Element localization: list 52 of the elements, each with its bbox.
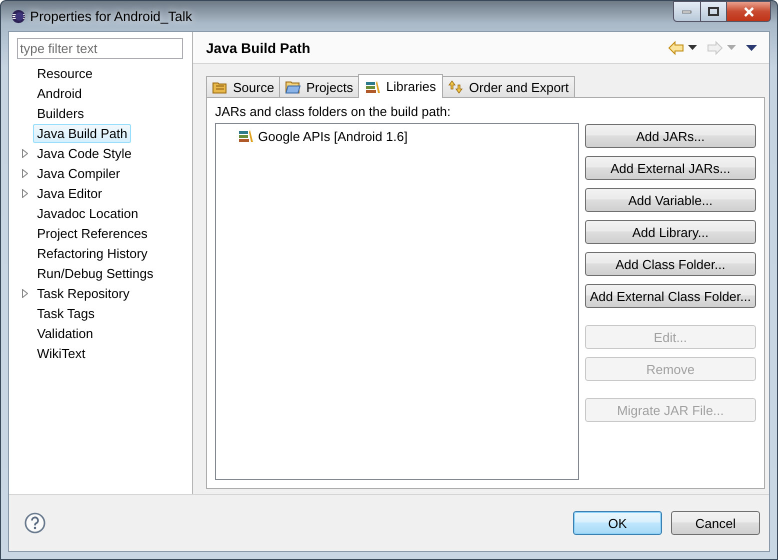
tree-item[interactable]: Java Compiler xyxy=(33,164,124,182)
action-button[interactable]: Add External Class Folder... xyxy=(584,284,756,308)
expand-icon[interactable] xyxy=(22,168,28,178)
filter-field[interactable]: type filter text xyxy=(17,38,183,59)
minimize-icon xyxy=(682,10,692,14)
tree-item[interactable]: Task Repository xyxy=(33,284,134,302)
window-title: Properties for Android_Talk xyxy=(30,9,192,24)
tree-item[interactable]: Run/Debug Settings xyxy=(33,264,158,282)
books-icon xyxy=(365,80,382,94)
dialog-button[interactable]: OK xyxy=(573,511,662,535)
tree-item[interactable]: Project References xyxy=(33,224,152,242)
tree-item[interactable]: Builders xyxy=(33,104,88,122)
action-button[interactable]: Add JARs... xyxy=(584,124,756,148)
action-button[interactable]: Add External JARs... xyxy=(584,156,756,180)
action-button[interactable]: Add Library... xyxy=(584,220,756,244)
tree-item[interactable]: Java Build Path xyxy=(33,124,132,142)
dropdown-icon[interactable] xyxy=(688,45,697,50)
maximize-icon xyxy=(708,7,719,16)
arrows-icon xyxy=(448,80,464,94)
tree-item[interactable]: Resource xyxy=(33,64,97,82)
section-label: JARs and class folders on the build path: xyxy=(215,104,452,119)
page-title: Java Build Path xyxy=(206,40,310,56)
tree-item[interactable]: Javadoc Location xyxy=(33,204,142,222)
library-entry[interactable]: Google APIs [Android 1.6] xyxy=(258,128,408,144)
close-button[interactable] xyxy=(727,1,771,22)
expand-icon[interactable] xyxy=(22,148,28,158)
tree-item[interactable]: Android xyxy=(33,84,86,102)
books-icon xyxy=(238,129,254,143)
tab[interactable]: Source xyxy=(206,76,280,97)
tree-item[interactable]: Validation xyxy=(33,324,98,342)
folder-icon xyxy=(212,80,228,94)
tree-item[interactable]: Refactoring History xyxy=(33,244,152,262)
menu-icon[interactable] xyxy=(746,44,757,50)
tab[interactable]: Order and Export xyxy=(442,76,575,97)
expand-icon[interactable] xyxy=(22,188,28,198)
minimize-button[interactable] xyxy=(673,1,701,22)
tab[interactable]: Libraries xyxy=(358,74,444,98)
maximize-button[interactable] xyxy=(701,1,727,22)
tree-item[interactable]: Java Code Style xyxy=(33,144,136,162)
close-icon xyxy=(742,6,754,16)
action-button[interactable]: Add Variable... xyxy=(584,188,756,212)
dialog-button[interactable]: Cancel xyxy=(671,511,760,535)
library-list[interactable]: Google APIs [Android 1.6] xyxy=(215,123,579,480)
action-button[interactable]: Add Class Folder... xyxy=(584,252,756,276)
app-icon xyxy=(11,9,26,24)
expand-icon[interactable] xyxy=(22,288,28,298)
help-icon[interactable] xyxy=(24,512,46,534)
tab[interactable]: Projects xyxy=(279,76,360,97)
tree-item[interactable]: WikiText xyxy=(33,344,90,362)
folder-icon xyxy=(285,80,302,94)
tree-item[interactable]: Java Editor xyxy=(33,184,106,202)
tree-item[interactable]: Task Tags xyxy=(33,304,99,322)
